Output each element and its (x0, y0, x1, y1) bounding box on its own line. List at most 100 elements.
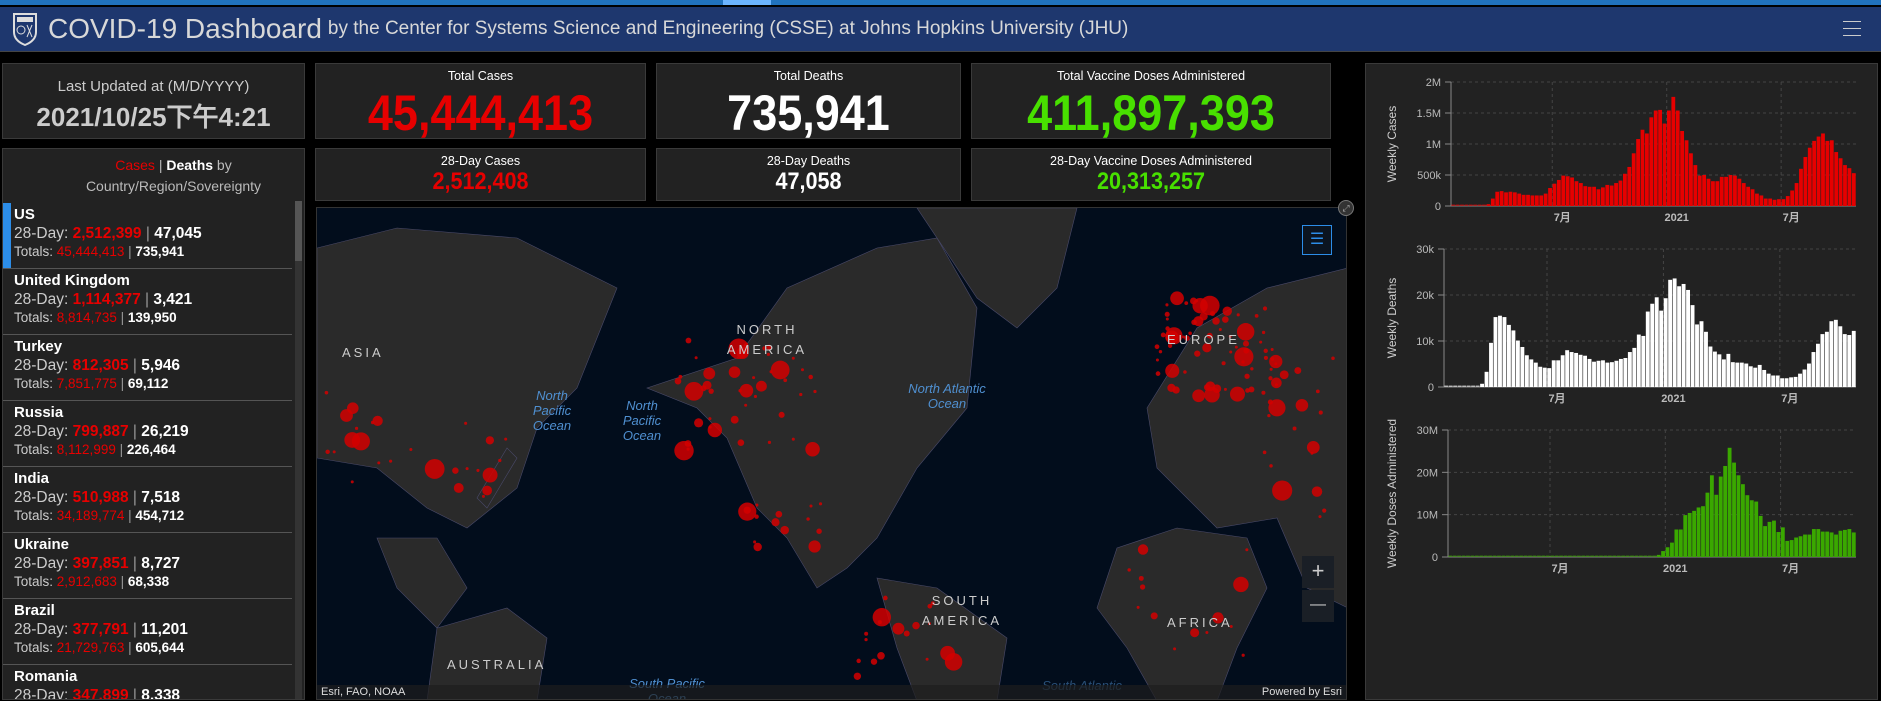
case-bubble[interactable] (674, 377, 682, 385)
case-bubble[interactable] (1294, 367, 1302, 375)
case-bubble[interactable] (818, 502, 823, 506)
case-bubble[interactable] (1222, 316, 1229, 323)
case-bubble[interactable] (452, 467, 459, 474)
case-bubble[interactable] (808, 374, 813, 380)
case-bubble[interactable] (853, 672, 862, 680)
case-bubble[interactable] (800, 368, 804, 372)
case-bubble[interactable] (1262, 306, 1268, 311)
case-bubble[interactable] (753, 540, 757, 544)
case-bubble[interactable] (1203, 384, 1211, 391)
case-bubble[interactable] (925, 657, 929, 661)
case-bubble[interactable] (1244, 373, 1250, 379)
case-bubble[interactable] (1164, 311, 1170, 317)
case-bubble[interactable] (1165, 317, 1169, 321)
case-bubble[interactable] (770, 360, 790, 380)
case-bubble[interactable] (738, 502, 757, 521)
case-bubble[interactable] (872, 608, 891, 627)
case-bubble[interactable] (1267, 414, 1271, 418)
case-bubble[interactable] (1269, 464, 1273, 468)
case-bubble[interactable] (1271, 377, 1282, 389)
case-bubble[interactable] (1137, 544, 1149, 555)
case-bubble[interactable] (1173, 647, 1177, 651)
case-bubble[interactable] (1194, 350, 1201, 357)
case-bubble[interactable] (1155, 371, 1161, 376)
case-bubble[interactable] (1229, 350, 1233, 354)
case-bubble[interactable] (1310, 451, 1314, 455)
case-bubble[interactable] (805, 441, 820, 457)
case-bubble[interactable] (1318, 515, 1322, 519)
case-bubble[interactable] (728, 366, 741, 378)
case-bubble[interactable] (1279, 370, 1289, 380)
case-bubble[interactable] (806, 517, 810, 521)
case-bubble[interactable] (389, 459, 393, 463)
case-bubble[interactable] (1184, 301, 1189, 305)
case-bubble[interactable] (1172, 386, 1180, 394)
case-bubble[interactable] (1243, 347, 1250, 354)
case-bubble[interactable] (482, 467, 498, 483)
case-bubble[interactable] (1154, 344, 1160, 350)
case-bubble[interactable] (1331, 356, 1335, 361)
case-bubble[interactable] (771, 518, 780, 527)
case-bubble[interactable] (708, 417, 712, 421)
case-bubble[interactable] (1261, 390, 1266, 395)
case-bubble[interactable] (1270, 357, 1275, 361)
case-bubble[interactable] (377, 461, 381, 465)
zoom-in-button[interactable]: + (1302, 556, 1334, 588)
country-list-item[interactable]: Russia 28-Day: 799,887 | 26,219 Totals: 8,… (3, 401, 292, 467)
country-list-item[interactable]: Brazil 28-Day: 377,791 | 11,201 Totals: 21… (3, 599, 292, 665)
case-bubble[interactable] (1254, 313, 1259, 318)
case-bubble[interactable] (892, 622, 905, 635)
case-bubble[interactable] (1262, 450, 1267, 455)
world-map[interactable]: ASIA NORTH AMERICA EUROPE AFRICA SOUTH A… (316, 207, 1347, 700)
case-bubble[interactable] (465, 467, 469, 471)
case-bubble[interactable] (877, 652, 885, 660)
case-bubble[interactable] (1233, 576, 1249, 593)
country-list-item[interactable]: Turkey 28-Day: 812,305 | 5,946 Totals: 7,8… (3, 335, 292, 401)
case-bubble[interactable] (482, 485, 493, 496)
case-bubble[interactable] (1195, 299, 1199, 303)
case-bubble[interactable] (1306, 441, 1320, 454)
case-bubble[interactable] (791, 437, 795, 441)
case-bubble[interactable] (752, 376, 756, 380)
legend-list-icon[interactable]: ☰ (1302, 225, 1332, 255)
case-bubble[interactable] (1318, 410, 1323, 415)
case-bubble[interactable] (1223, 387, 1227, 391)
case-bubble[interactable] (684, 381, 704, 401)
case-bubble[interactable] (1160, 332, 1166, 338)
hamburger-menu-icon[interactable] (1843, 21, 1861, 37)
case-bubble[interactable] (350, 480, 354, 484)
powered-by-esri[interactable]: Powered by Esri (1262, 685, 1342, 699)
case-bubble[interactable] (324, 390, 329, 395)
case-bubble[interactable] (903, 630, 910, 637)
case-bubble[interactable] (485, 436, 495, 445)
case-bubble[interactable] (780, 525, 789, 535)
case-bubble[interactable] (783, 378, 788, 383)
country-list-item[interactable]: US 28-Day: 2,512,399 | 47,045 Totals: 45,4… (3, 203, 292, 269)
case-bubble[interactable] (674, 440, 694, 461)
case-bubble[interactable] (809, 504, 813, 508)
case-bubble[interactable] (1267, 399, 1273, 405)
case-bubble[interactable] (1222, 306, 1232, 316)
case-bubble[interactable] (1136, 605, 1140, 609)
case-bubble[interactable] (1139, 584, 1146, 590)
case-bubble[interactable] (1138, 575, 1144, 581)
case-bubble[interactable] (344, 432, 361, 448)
list-scrollbar[interactable] (295, 201, 302, 699)
case-bubble[interactable] (808, 540, 821, 553)
case-bubble[interactable] (694, 356, 698, 360)
case-bubble[interactable] (1127, 568, 1131, 572)
case-bubble[interactable] (1150, 612, 1158, 620)
case-bubble[interactable] (767, 440, 772, 444)
case-bubble[interactable] (1158, 349, 1163, 354)
case-bubble[interactable] (354, 426, 359, 430)
case-bubble[interactable] (708, 388, 714, 394)
case-bubble[interactable] (813, 389, 817, 394)
expand-map-icon[interactable]: ⤢ (1338, 200, 1354, 216)
case-bubble[interactable] (702, 380, 712, 390)
country-list-item[interactable]: India 28-Day: 510,988 | 7,518 Totals: 34,1… (3, 467, 292, 533)
case-bubble[interactable] (685, 337, 692, 344)
case-bubble[interactable] (498, 458, 502, 463)
case-bubble[interactable] (744, 403, 748, 407)
case-bubble[interactable] (481, 494, 485, 498)
case-bubble[interactable] (372, 415, 383, 427)
